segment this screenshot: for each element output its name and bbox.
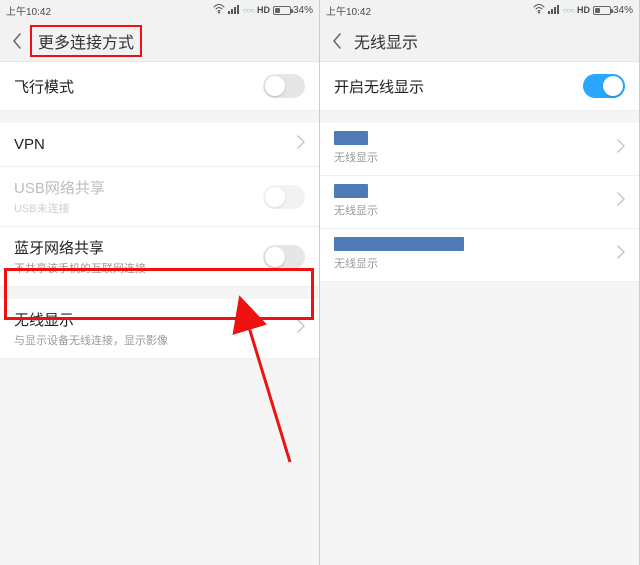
row-sublabel: 与显示设备无线连接，显示影像 bbox=[14, 332, 168, 348]
status-bar: 上午10:42 ○○○ HD 34% bbox=[320, 0, 639, 20]
signal-icon bbox=[228, 4, 239, 17]
phone-right: 上午10:42 ○○○ HD 34% 无线显示 开启无线显示 bbox=[320, 0, 640, 565]
row-vpn[interactable]: VPN bbox=[0, 123, 319, 167]
chevron-right-icon bbox=[617, 192, 625, 211]
section-gap bbox=[320, 111, 639, 123]
signal-icon bbox=[548, 4, 559, 17]
page-title: 无线显示 bbox=[354, 29, 418, 53]
wifi-icon bbox=[213, 4, 225, 17]
row-airplane-mode[interactable]: 飞行模式 bbox=[0, 62, 319, 111]
phone-left: 上午10:42 ○○○ HD 34% 更多连接方式 飞行模式 bbox=[0, 0, 320, 565]
row-device-2[interactable]: 无线显示 bbox=[320, 176, 639, 229]
battery-percent: 34% bbox=[613, 5, 633, 16]
carrier-dots-icon: ○○○ bbox=[242, 6, 254, 15]
section-gap bbox=[0, 287, 319, 299]
status-bar: 上午10:42 ○○○ HD 34% bbox=[0, 0, 319, 20]
hd-badge: HD bbox=[577, 5, 590, 15]
row-label: 蓝牙网络共享 bbox=[14, 237, 146, 258]
battery-icon bbox=[593, 6, 611, 15]
row-usb-tether: USB网络共享 USB未连接 bbox=[0, 167, 319, 227]
back-icon[interactable] bbox=[8, 32, 26, 50]
row-label: 开启无线显示 bbox=[334, 76, 424, 97]
toggle-airplane[interactable] bbox=[263, 74, 305, 98]
title-bar: 无线显示 bbox=[320, 20, 639, 62]
battery-indicator: 34% bbox=[273, 5, 313, 16]
row-label: VPN bbox=[14, 136, 45, 153]
device-sublabel: 无线显示 bbox=[334, 202, 378, 218]
status-time: 上午10:42 bbox=[326, 3, 371, 18]
title-bar: 更多连接方式 bbox=[0, 20, 319, 62]
chevron-right-icon bbox=[617, 139, 625, 158]
status-right: ○○○ HD 34% bbox=[213, 4, 313, 17]
row-label: 飞行模式 bbox=[14, 76, 74, 97]
row-device-3[interactable]: 无线显示 bbox=[320, 229, 639, 282]
chevron-right-icon bbox=[297, 135, 305, 154]
section-gap bbox=[0, 111, 319, 123]
row-device-1[interactable]: 无线显示 bbox=[320, 123, 639, 176]
row-sublabel: USB未连接 bbox=[14, 200, 105, 216]
device-sublabel: 无线显示 bbox=[334, 255, 464, 271]
battery-percent: 34% bbox=[293, 5, 313, 16]
toggle-usb-tether bbox=[263, 185, 305, 209]
row-label: 无线显示 bbox=[14, 309, 168, 330]
status-time: 上午10:42 bbox=[6, 3, 51, 18]
toggle-wireless-display[interactable] bbox=[583, 74, 625, 98]
wifi-icon bbox=[533, 4, 545, 17]
row-sublabel: 不共享该手机的互联网连接 bbox=[14, 260, 146, 276]
row-label: USB网络共享 bbox=[14, 177, 105, 198]
page-title: 更多连接方式 bbox=[30, 25, 142, 57]
battery-icon bbox=[273, 6, 291, 15]
hd-badge: HD bbox=[257, 5, 270, 15]
chevron-right-icon bbox=[617, 245, 625, 264]
device-sublabel: 无线显示 bbox=[334, 149, 378, 165]
row-wireless-display[interactable]: 无线显示 与显示设备无线连接，显示影像 bbox=[0, 299, 319, 359]
status-right: ○○○ HD 34% bbox=[533, 4, 633, 17]
content-left: 飞行模式 VPN USB网络共享 USB未连接 蓝牙网络共享 不共享该手机的互联… bbox=[0, 62, 319, 565]
row-enable-wireless-display[interactable]: 开启无线显示 bbox=[320, 62, 639, 111]
carrier-dots-icon: ○○○ bbox=[562, 6, 574, 15]
device-name-redacted bbox=[334, 184, 368, 198]
chevron-right-icon bbox=[297, 319, 305, 338]
battery-indicator: 34% bbox=[593, 5, 633, 16]
device-name-redacted bbox=[334, 131, 368, 145]
content-right: 开启无线显示 无线显示 无线显示 bbox=[320, 62, 639, 565]
back-icon[interactable] bbox=[328, 32, 346, 50]
device-name-redacted bbox=[334, 237, 464, 251]
toggle-bt-tether[interactable] bbox=[263, 245, 305, 269]
row-bt-tether[interactable]: 蓝牙网络共享 不共享该手机的互联网连接 bbox=[0, 227, 319, 287]
